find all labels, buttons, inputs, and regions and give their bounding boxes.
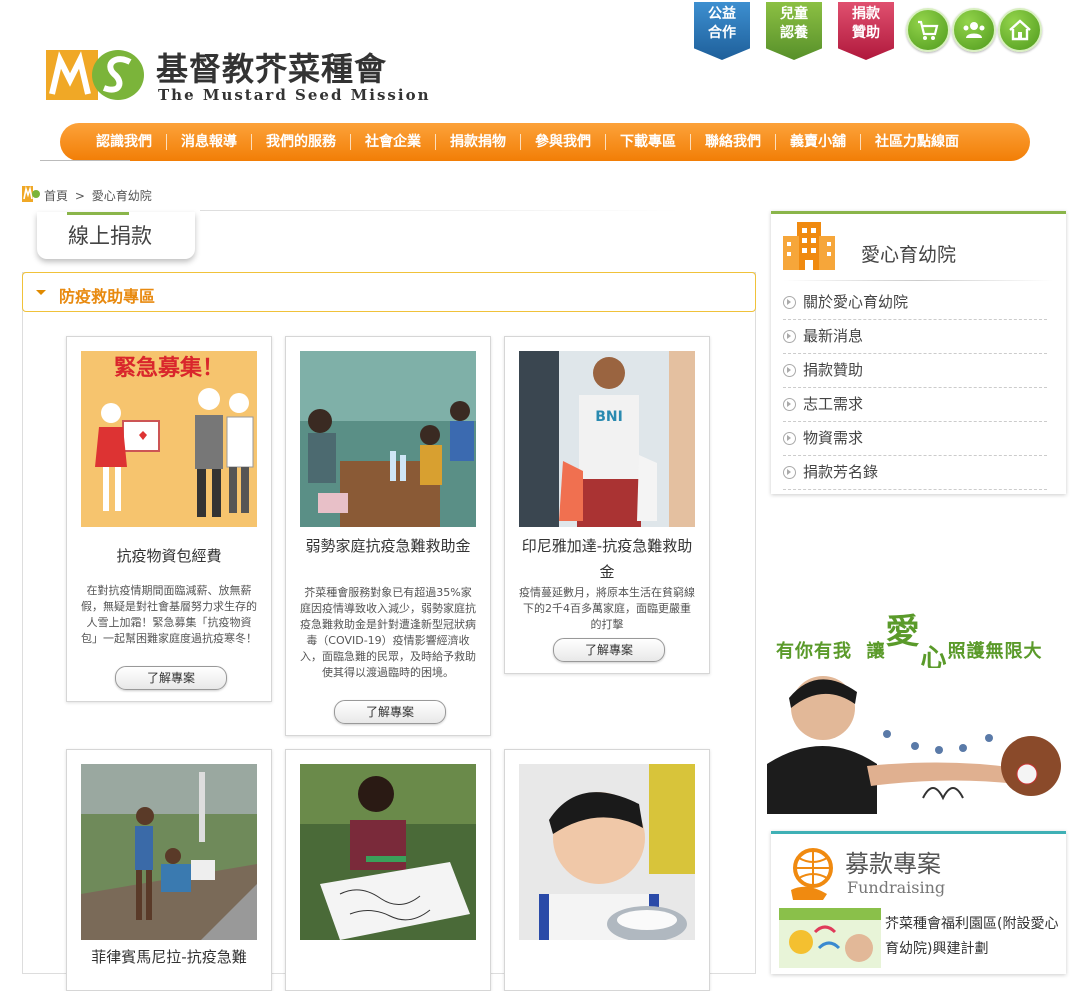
sidebar-menu: 關於愛心育幼院 最新消息 捐款贊助 志工需求 物資需求 捐款芳名錄 [783, 286, 1047, 490]
breadcrumb-current[interactable]: 愛心育幼院 [92, 189, 152, 203]
learn-more-button[interactable]: 了解專案 [553, 638, 665, 662]
fundraising-subtitle: Fundraising [847, 878, 946, 897]
arrow-circle-icon [783, 364, 796, 377]
nav-item-charity-shop[interactable]: 義賣小舖 [776, 134, 861, 150]
header-rule [200, 210, 680, 211]
partnership-ribbon-button[interactable]: 公益 合作 [694, 2, 750, 60]
nav-item-contact[interactable]: 聯絡我們 [691, 134, 776, 150]
slogan: 有你有我 讓愛心照護無限大 [776, 612, 1043, 674]
child-sponsorship-ribbon-button[interactable]: 兒童 認養 [766, 2, 822, 60]
project-card [285, 749, 491, 991]
collapse-arrow-icon [36, 290, 46, 295]
project-title[interactable]: 印尼雅加達-抗疫急難救助金 [515, 533, 699, 585]
project-card [504, 749, 710, 991]
project-title[interactable]: 抗疫物資包經費 [77, 543, 261, 569]
project-card: BNI 印尼雅加達-抗疫急難救助金 疫情蔓延數月，將原本生活在貧窮線下的2千4百… [504, 336, 710, 674]
fundraising-title: 募款專案 [845, 850, 941, 878]
nav-item-community[interactable]: 社區力點線面 [861, 134, 973, 150]
arrow-circle-icon [783, 466, 796, 479]
tab-accent [67, 212, 129, 215]
nav-item-participate[interactable]: 參與我們 [521, 134, 606, 150]
arrow-circle-icon [783, 398, 796, 411]
fundraising-box: 募款專案 Fundraising 芥菜種會福利園區(附設愛心育幼院)興建計劃 [771, 831, 1066, 974]
logo-title-cn: 基督教芥菜種會 [156, 50, 388, 88]
nav-item-downloads[interactable]: 下載專區 [606, 134, 691, 150]
sidebar-title-rule [783, 280, 1053, 281]
project-card: 緊急募集！ 抗疫物資包經費 在對抗疫情期間面臨減薪、放無薪假，無疑是對社會基層努… [66, 336, 272, 702]
sidebar-title: 愛心育幼院 [861, 244, 957, 266]
project-card: 弱勢家庭抗疫急難救助金 芥菜種會服務對象已有超過35%家庭因疫情導致收入減少，弱… [285, 336, 491, 736]
project-desc: 芥菜種會服務對象已有超過35%家庭因疫情導致收入減少，弱勢家庭抗疫急難救助金是針… [300, 586, 476, 679]
logo-title-en: The Mustard Seed Mission [158, 86, 431, 104]
project-photo[interactable] [300, 764, 476, 940]
nav-item-about[interactable]: 認識我們 [82, 134, 167, 150]
nav-item-news[interactable]: 消息報導 [167, 134, 252, 150]
fundraising-project-link[interactable]: 芥菜種會福利園區(附設愛心育幼院)興建計劃 [885, 912, 1061, 962]
project-photo[interactable]: 緊急募集！ [81, 351, 257, 527]
project-desc: 在對抗疫情期間面臨減薪、放無薪假，無疑是對社會基層努力求生存的人雪上加霜！緊急募… [81, 584, 257, 645]
main-nav: 認識我們 消息報導 我們的服務 社會企業 捐款捐物 參與我們 下載專區 聯絡我們… [60, 123, 1030, 161]
arrow-circle-icon [783, 330, 796, 343]
sidebar-item-volunteer[interactable]: 志工需求 [783, 388, 1047, 422]
project-photo[interactable] [81, 764, 257, 940]
project-title[interactable]: 弱勢家庭抗疫急難救助金 [296, 533, 480, 559]
tab-online-donation[interactable]: 線上捐款 [37, 212, 195, 259]
fundraising-project-thumbnail[interactable] [779, 908, 881, 968]
arrow-circle-icon [783, 432, 796, 445]
project-desc: 疫情蔓延數月，將原本生活在貧窮線下的2千4百多萬家庭，面臨更嚴重的打擊 [519, 586, 695, 631]
breadcrumb-logo-icon [22, 186, 40, 202]
section-title: 防疫救助專區 [59, 287, 156, 306]
home-button[interactable] [998, 8, 1042, 52]
nav-item-donate[interactable]: 捐款捐物 [436, 134, 521, 150]
site-logo[interactable] [46, 48, 146, 102]
members-icon [963, 22, 985, 38]
nav-item-services[interactable]: 我們的服務 [252, 134, 351, 150]
members-button[interactable] [952, 8, 996, 52]
breadcrumb-home[interactable]: 首頁 [44, 189, 68, 203]
globe-hand-icon [791, 848, 833, 900]
project-photo[interactable] [300, 351, 476, 527]
cart-button[interactable] [906, 8, 950, 52]
breadcrumb: 首頁 > 愛心育幼院 [44, 189, 152, 203]
sidebar-item-news[interactable]: 最新消息 [783, 320, 1047, 354]
ambassador-banner[interactable] [767, 668, 1067, 814]
donation-ribbon-button[interactable]: 捐款 贊助 [838, 2, 894, 60]
sidebar-item-donor-list[interactable]: 捐款芳名錄 [783, 456, 1047, 490]
home-icon [1009, 19, 1031, 41]
tab-label: 線上捐款 [68, 224, 152, 248]
learn-more-button[interactable]: 了解專案 [115, 666, 227, 690]
cart-icon [918, 20, 939, 40]
project-card: 菲律賓馬尼拉-抗疫急難 [66, 749, 272, 991]
nav-divider [40, 160, 130, 161]
sidebar-item-about[interactable]: 關於愛心育幼院 [783, 286, 1047, 320]
section-header[interactable]: 防疫救助專區 [22, 272, 756, 312]
photo-caption: 緊急募集！ [114, 355, 224, 381]
project-photo[interactable] [519, 764, 695, 940]
learn-more-button[interactable]: 了解專案 [334, 700, 446, 724]
project-title[interactable]: 菲律賓馬尼拉-抗疫急難 [77, 944, 261, 970]
photo-caption: BNI [595, 409, 623, 425]
building-icon [783, 222, 835, 270]
sidebar-item-supplies[interactable]: 物資需求 [783, 422, 1047, 456]
sidebar-item-donate[interactable]: 捐款贊助 [783, 354, 1047, 388]
sidebar-menu-box: 愛心育幼院 關於愛心育幼院 最新消息 捐款贊助 志工需求 物資需求 捐款芳名錄 [771, 211, 1066, 494]
arrow-circle-icon [783, 296, 796, 309]
nav-item-social-enterprise[interactable]: 社會企業 [351, 134, 436, 150]
project-photo[interactable]: BNI [519, 351, 695, 527]
